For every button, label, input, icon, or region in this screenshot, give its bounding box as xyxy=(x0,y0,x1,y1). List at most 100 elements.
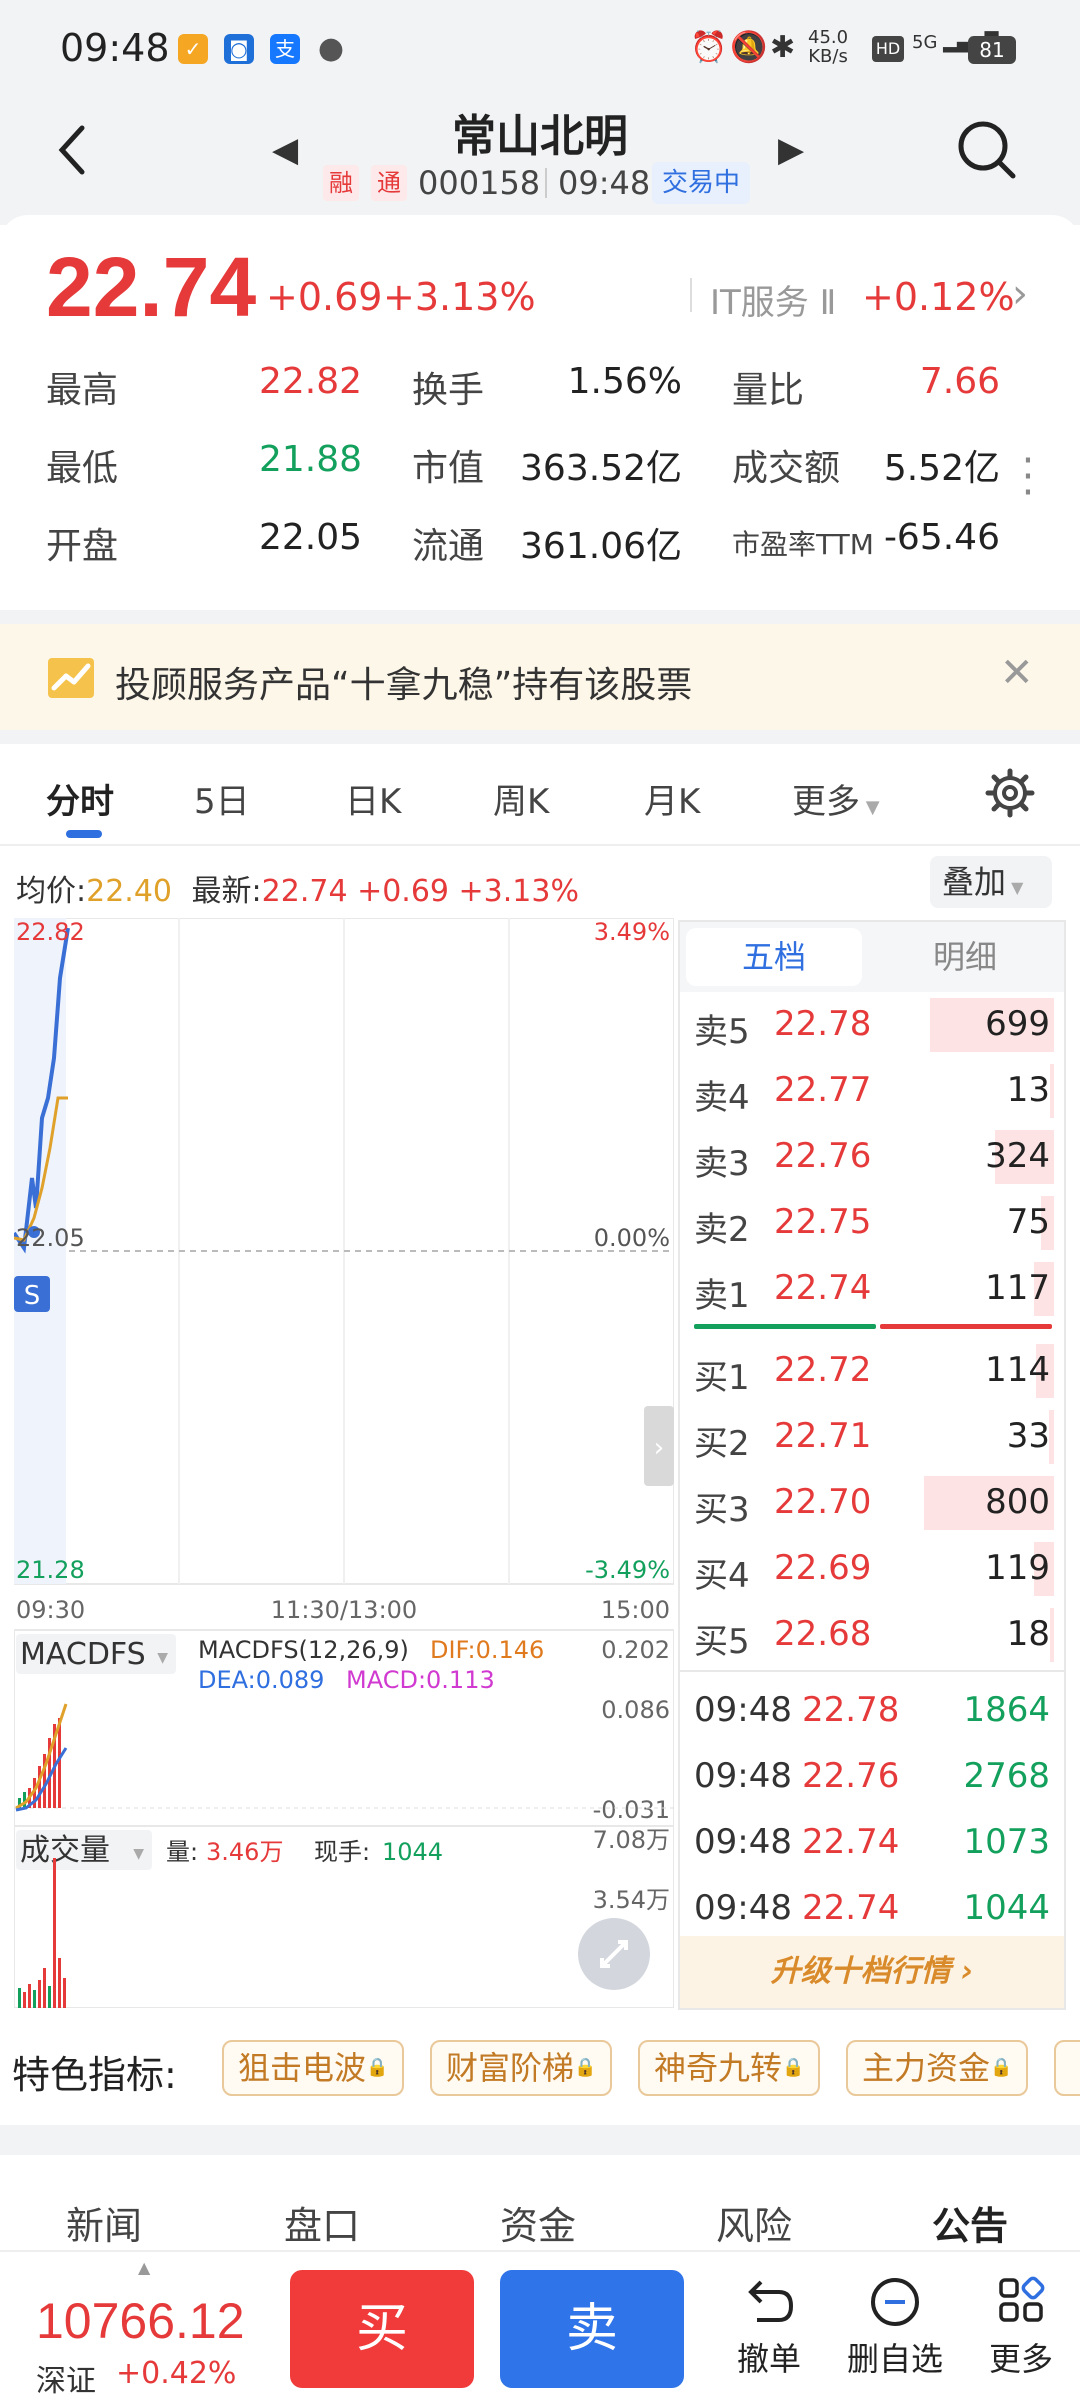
index-value[interactable]: 10766.12 xyxy=(36,2292,245,2350)
tick-time: 09:48 xyxy=(694,1888,792,1928)
macd-name: MACDFS xyxy=(20,1637,146,1672)
level-volume: 18 xyxy=(1006,1614,1050,1654)
tab-intraday[interactable]: 分时 xyxy=(46,774,114,823)
stat-value: 22.82 xyxy=(258,361,362,402)
volume-bar xyxy=(1050,1608,1054,1662)
promo-banner[interactable]: 投顾服务产品“十拿九稳”持有该股票 ✕ xyxy=(0,624,1080,730)
status-bar: 09:48 ✓ ◙ 支 ● ⏰ 🔕 ✱ 45.0 KB/s HD 5G ▂▄▆█… xyxy=(0,0,1080,100)
volume-axis-mid: 3.54万 xyxy=(593,1886,670,1914)
back-button[interactable] xyxy=(52,120,102,180)
chart-info-line: 均价:22.40 最新:22.74 +0.69 +3.13% xyxy=(16,866,579,910)
stat-label: 量比 xyxy=(732,370,805,411)
bid-ask-divider-green xyxy=(694,1324,876,1329)
lock-icon: 🔒 xyxy=(366,2057,389,2078)
intraday-chart[interactable]: S 22.82 22.05 21.28 3.49% 0.00% -3.49% 0… xyxy=(14,918,674,2008)
stat-value: 1.56% xyxy=(567,361,682,402)
level-volume: 117 xyxy=(985,1268,1050,1308)
stock-name: 常山北明 xyxy=(452,111,628,162)
level-volume: 33 xyxy=(1006,1416,1050,1456)
level-price: 22.77 xyxy=(774,1070,872,1110)
pct-axis-mid: 0.00% xyxy=(594,1224,670,1252)
buy-button[interactable]: 买 xyxy=(290,2270,474,2388)
chip-label: 神奇九转 xyxy=(654,2049,783,2087)
x-axis-end: 15:00 xyxy=(601,1596,670,1624)
level-price: 22.78 xyxy=(774,1004,872,1044)
bid-ask-divider-red xyxy=(880,1324,1052,1329)
level-label: 卖5 xyxy=(694,1012,750,1052)
quote-stats: 最高 22.82 换手 1.56% 量比 7.66 最低 21.88 市值 363.52亿 成交额 5… xyxy=(0,215,1080,610)
bid-row[interactable]: 买4 22.69 119 xyxy=(680,1536,1064,1602)
caret-down-icon: ▼ xyxy=(860,797,880,818)
tab-daily-k[interactable]: 日K xyxy=(345,774,401,823)
alarm-icon: ⏰ xyxy=(690,30,728,65)
remove-favorite-button[interactable]: 删自选 xyxy=(840,2274,950,2380)
more-button[interactable]: 更多 xyxy=(966,2274,1076,2380)
close-icon[interactable]: ✕ xyxy=(1000,650,1034,696)
order-book-rows: 卖5 22.78 699 卖4 22.77 13 卖3 22.76 324 卖2 22.75 75 卖1… xyxy=(680,922,1064,2012)
tick-row: 09:48 22.78 1864 xyxy=(680,1676,1064,1744)
ask-row[interactable]: 卖3 22.76 324 xyxy=(680,1124,1064,1190)
macd-dif: DIF:0.146 xyxy=(430,1636,544,1664)
volume-axis-top: 7.08万 xyxy=(593,1826,670,1854)
prev-stock-button[interactable]: ◀ xyxy=(272,130,298,170)
tab-funds[interactable]: 资金 xyxy=(500,2195,576,2250)
bid-row[interactable]: 买3 22.70 800 xyxy=(680,1470,1064,1536)
bid-row[interactable]: 买5 22.68 18 xyxy=(680,1602,1064,1668)
hand-label: 现手: xyxy=(314,1838,370,1866)
remove-favorite-label: 删自选 xyxy=(846,2340,943,2378)
quote-card: 22.74 +0.69 +3.13% IT服务 Ⅱ +0.12% › 最高 22.… xyxy=(0,215,1080,610)
ask-row[interactable]: 卖5 22.78 699 xyxy=(680,992,1064,1058)
message-notification-icon: ● xyxy=(317,31,345,66)
chip-wealth-ladder[interactable]: 财富阶梯🔒 xyxy=(430,2040,613,2096)
app-notification-icon: ✓ xyxy=(178,34,208,64)
trading-status-badge: 交易中 xyxy=(652,162,751,204)
undo-icon xyxy=(748,2280,794,2322)
chip-magic-nine[interactable]: 神奇九转🔒 xyxy=(638,2040,821,2096)
tick-price: 22.74 xyxy=(802,1888,900,1928)
special-indicators: 特色指标: 狙击电波🔒 财富阶梯🔒 神奇九转🔒 主力资金🔒 xyxy=(0,2030,1080,2110)
bank-notification-icon: ◙ xyxy=(224,34,254,64)
sell-button[interactable]: 卖 xyxy=(500,2270,684,2388)
upgrade-ten-level-button[interactable]: 升级十档行情 › xyxy=(680,1936,1064,2008)
tab-more-label: 更多 xyxy=(792,782,860,822)
ask-row[interactable]: 卖2 22.75 75 xyxy=(680,1190,1064,1256)
tab-announcements[interactable]: 公告 xyxy=(932,2195,1008,2250)
tick-time: 09:48 xyxy=(694,1756,792,1796)
ask-row[interactable]: 卖4 22.77 13 xyxy=(680,1058,1064,1124)
next-stock-button[interactable]: ▶ xyxy=(778,130,804,170)
chip-more[interactable] xyxy=(1054,2040,1080,2096)
tab-risk[interactable]: 风险 xyxy=(716,2195,792,2250)
cancel-order-button[interactable]: 撤单 xyxy=(714,2274,824,2380)
tab-news[interactable]: 新闻 xyxy=(66,2195,142,2250)
tick-price: 22.78 xyxy=(802,1690,900,1730)
level-label: 买2 xyxy=(694,1424,750,1464)
search-button[interactable] xyxy=(955,118,1019,182)
ask-row[interactable]: 卖1 22.74 117 xyxy=(680,1256,1064,1322)
tab-5day[interactable]: 5日 xyxy=(194,774,250,823)
overlay-button[interactable]: 叠加 ▼ xyxy=(930,856,1052,908)
level-label: 卖2 xyxy=(694,1210,750,1250)
chip-sniper-wave[interactable]: 狙击电波🔒 xyxy=(222,2040,405,2096)
lock-icon: 🔒 xyxy=(990,2057,1013,2078)
section-gap xyxy=(0,730,1080,744)
settings-gear-icon[interactable] xyxy=(985,768,1035,818)
level-label: 买4 xyxy=(694,1556,750,1596)
tick-volume: 2768 xyxy=(963,1756,1050,1796)
tab-weekly-k[interactable]: 周K xyxy=(493,774,549,823)
more-stats-icon[interactable]: · · · xyxy=(1018,441,1038,513)
pct-axis-top: 3.49% xyxy=(594,918,670,946)
tick-volume: 1044 xyxy=(963,1888,1050,1928)
more-label: 更多 xyxy=(988,2340,1053,2378)
stat-value: 363.52亿 xyxy=(520,448,682,489)
level-label: 卖3 xyxy=(694,1144,750,1184)
stat-label: 市盈率TTM xyxy=(732,528,874,561)
bid-row[interactable]: 买2 22.71 33 xyxy=(680,1404,1064,1470)
tab-more[interactable]: 更多 ▼ xyxy=(792,774,880,823)
chip-main-funds[interactable]: 主力资金🔒 xyxy=(846,2040,1029,2096)
tab-market-depth[interactable]: 盘口 xyxy=(284,2195,360,2250)
bid-row[interactable]: 买1 22.72 114 xyxy=(680,1338,1064,1404)
tab-monthly-k[interactable]: 月K xyxy=(644,774,700,823)
header-divider xyxy=(545,168,547,198)
grid-apps-icon xyxy=(999,2276,1045,2322)
bluetooth-icon: ✱ xyxy=(770,30,796,65)
